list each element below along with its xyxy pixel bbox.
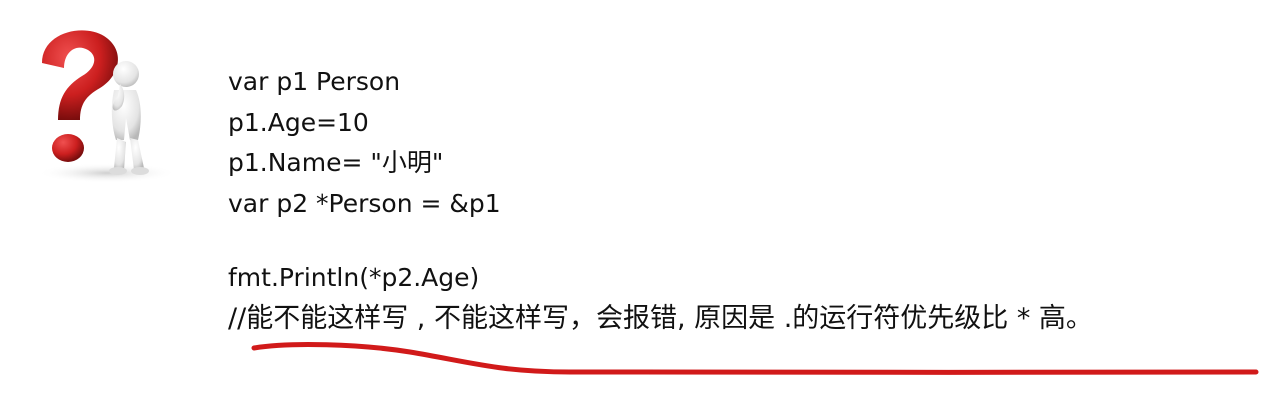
code-block: var p1 Person p1.Age=10 p1.Name= "小明" va… [228,62,1268,339]
question-mark-thinker-icon [37,30,177,183]
code-line: var p2 *Person = &p1 [228,188,501,218]
code-line: var p1 Person [228,67,401,96]
code-line: p1.Age=10 [228,107,369,137]
red-underline-annotation [251,342,1259,375]
code-line: p1.Name= "小明" [228,148,444,177]
code-comment: //能不能这样写 , 不能这样写，会报错, 原因是 .的运行符优先级比 * 高。 [228,302,1093,334]
code-line: fmt.Println(*p2.Age) [228,263,480,292]
